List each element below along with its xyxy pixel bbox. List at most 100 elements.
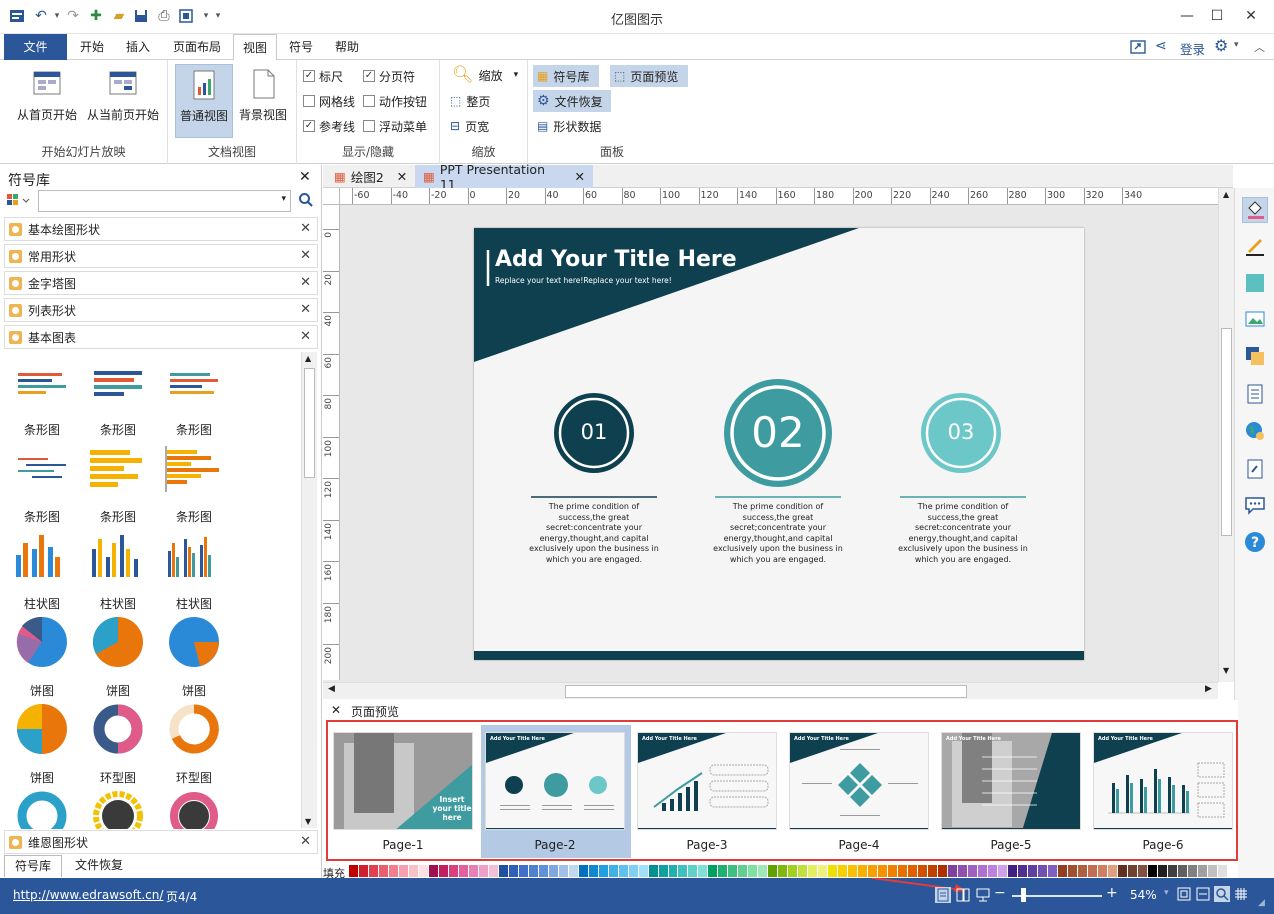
bottom-tab-file-recover[interactable]: 文件恢复 [66,855,132,877]
tab-help[interactable]: 帮助 [325,34,369,60]
color-swatch[interactable] [638,865,648,877]
shape-bar-chart-2[interactable]: 条形图 [80,351,156,438]
from-first-page-button[interactable]: 从首页开始 [10,64,84,138]
color-swatch[interactable] [778,865,788,877]
library-search-input[interactable]: ▾ [38,190,291,212]
color-swatch[interactable] [818,865,828,877]
color-swatch[interactable] [368,865,378,877]
normal-view-status-icon[interactable] [935,887,951,903]
image-icon[interactable] [1244,308,1266,330]
color-swatch[interactable] [608,865,618,877]
maximize-icon[interactable]: ☐ [1200,4,1234,28]
preview-close-icon[interactable]: ✕ [331,703,341,717]
color-swatch[interactable] [858,865,868,877]
color-swatch[interactable] [398,865,408,877]
zoom-out-icon[interactable]: − [994,885,1006,901]
zoom-level[interactable]: 54% [1130,888,1157,902]
slide-subtitle[interactable]: Replace your text here!Replace your text… [495,276,672,285]
website-link[interactable]: http://www.edrawsoft.cn/ [13,888,163,902]
doc-tab-ppt-presentation[interactable]: ▦ PPT Presentation 11 ✕ [415,162,593,192]
zoom-dropdown-icon[interactable]: ▾ [1164,888,1169,898]
color-swatch[interactable] [488,865,498,877]
shape-gauge-chart[interactable] [80,786,156,829]
zoom-dropdown-icon[interactable]: ▾ [514,70,519,80]
settings-gear-icon[interactable]: ⚙ [1214,36,1228,55]
color-swatch[interactable] [918,865,928,877]
tab-page-layout[interactable]: 页面布局 [164,34,230,60]
color-swatch[interactable] [1117,865,1127,877]
library-group-close-icon[interactable]: ✕ [300,248,311,263]
color-swatch[interactable] [568,865,578,877]
shape-column-chart-3[interactable]: 柱状图 [156,525,232,612]
color-swatch[interactable] [1147,865,1157,877]
tab-home[interactable]: 开始 [70,34,114,60]
fit-width-icon[interactable] [1196,887,1210,901]
library-scrollbar[interactable]: ▲ ▼ [301,352,317,828]
color-swatch[interactable] [968,865,978,877]
color-swatch[interactable] [1007,865,1017,877]
preview-page-1[interactable]: Insert your title here [333,732,473,830]
help-icon[interactable]: ? [1244,531,1266,553]
color-swatch[interactable] [408,865,418,877]
guide-checkbox[interactable]: ✓ 参考线 [303,117,355,135]
slide-page[interactable]: Add Your Title Here Replace your text he… [474,228,1084,660]
scroll-up-icon[interactable]: ▲ [1223,190,1229,199]
color-swatch[interactable] [728,865,738,877]
share-window-icon[interactable] [1130,39,1146,55]
bottom-tab-library[interactable]: 符号库 [4,855,62,877]
color-swatch[interactable] [908,865,918,877]
color-swatch[interactable] [528,865,538,877]
grid-checkbox[interactable]: 网格线 [303,92,355,110]
color-swatch[interactable] [688,865,698,877]
library-group-list[interactable]: 列表形状 ✕ [4,298,318,322]
color-swatch[interactable] [868,865,878,877]
zoom-button[interactable]: 🔍︎ 缩放 ▾ [448,64,522,86]
shadow-icon[interactable] [1244,272,1266,294]
line-pen-icon[interactable] [1244,235,1266,257]
color-swatch[interactable] [1107,865,1117,877]
zoom-in-icon[interactable]: + [1106,885,1118,901]
color-swatch[interactable] [668,865,678,877]
color-swatch[interactable] [1197,865,1207,877]
search-dropdown-icon[interactable]: ▾ [281,194,286,204]
tab-symbol[interactable]: 符号 [280,34,322,60]
color-swatch[interactable] [468,865,478,877]
color-swatches[interactable] [349,865,1238,877]
color-swatch[interactable] [1047,865,1057,877]
scroll-right-icon[interactable]: ▶ [1205,684,1212,694]
scroll-thumb[interactable] [565,685,967,698]
comment-icon[interactable] [1244,494,1266,516]
shape-donut-chart-1[interactable]: 环型图 [80,699,156,786]
scroll-left-icon[interactable]: ◀ [328,684,335,694]
file-recover-panel-button[interactable]: ⚙ 文件恢复 [533,90,611,112]
color-swatch[interactable] [648,865,658,877]
shape-column-chart-2[interactable]: 柱状图 [80,525,156,612]
color-swatch[interactable] [758,865,768,877]
color-swatch[interactable] [628,865,638,877]
close-icon[interactable]: ✕ [1234,4,1268,28]
preview-page-4[interactable]: Add Your Title Here [789,732,929,830]
shape-column-chart-1[interactable]: 柱状图 [4,525,80,612]
color-swatch[interactable] [708,865,718,877]
color-swatch[interactable] [438,865,448,877]
library-group-close-icon[interactable]: ✕ [300,221,311,236]
preview-page-2[interactable]: Add Your Title Here [485,732,625,830]
color-swatch[interactable] [738,865,748,877]
color-swatch[interactable] [1157,865,1167,877]
color-swatch[interactable] [378,865,388,877]
color-swatch[interactable] [938,865,948,877]
color-swatch[interactable] [548,865,558,877]
color-swatch[interactable] [888,865,898,877]
action-button-checkbox[interactable]: 动作按钮 [363,92,427,110]
scroll-thumb[interactable] [1221,328,1232,536]
shape-bar-chart-6[interactable]: 条形图 [156,438,232,525]
library-menu-button[interactable] [6,192,34,210]
normal-view-button[interactable]: 普通视图 [175,64,233,138]
color-swatch[interactable] [1037,865,1047,877]
color-swatch[interactable] [358,865,368,877]
color-swatch[interactable] [948,865,958,877]
color-swatch[interactable] [698,865,708,877]
color-swatch[interactable] [538,865,548,877]
color-swatch[interactable] [558,865,568,877]
color-swatch[interactable] [428,865,438,877]
